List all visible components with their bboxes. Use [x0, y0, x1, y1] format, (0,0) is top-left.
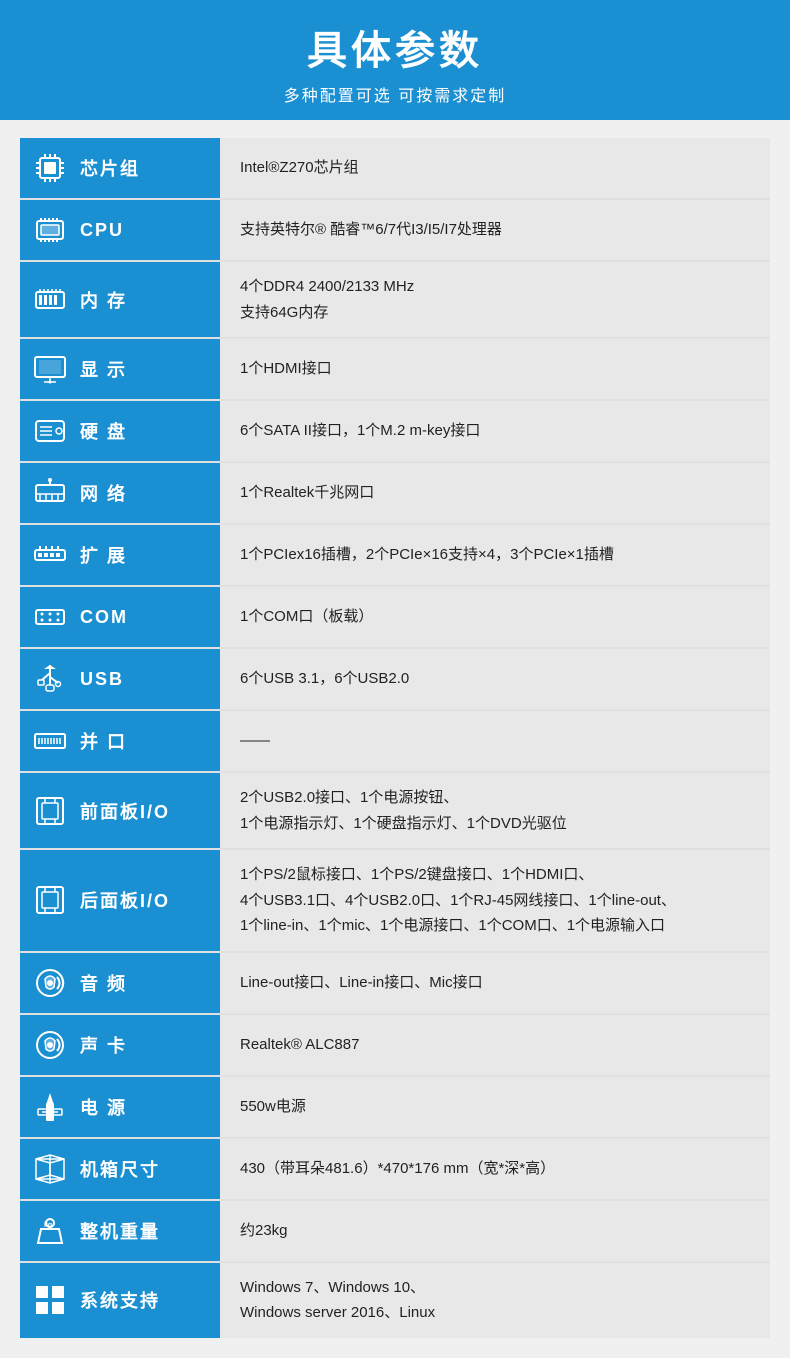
label-text-soundcard: 声 卡 [80, 1032, 127, 1058]
label-cell-front-io: 前面板I/O [20, 772, 220, 849]
label-cell-os: 系统支持 [20, 1262, 220, 1338]
audio-icon [30, 963, 70, 1003]
value-cell-power: 550w电源 [220, 1076, 770, 1138]
value-cell-harddisk: 6个SATA II接口，1个M.2 m-key接口 [220, 400, 770, 462]
display-icon [30, 349, 70, 389]
value-cell-audio: Line-out接口、Line-in接口、Mic接口 [220, 952, 770, 1014]
expansion-icon [30, 535, 70, 575]
label-cell-soundcard: 声 卡 [20, 1014, 220, 1076]
weight-icon: kg [30, 1211, 70, 1251]
label-cell-parallel: 并 口 [20, 710, 220, 772]
network-icon [30, 473, 70, 513]
label-cell-total-weight: kg 整机重量 [20, 1200, 220, 1262]
label-text-total-weight: 整机重量 [80, 1218, 160, 1244]
label-cell-com: COM [20, 586, 220, 648]
memory-icon [30, 280, 70, 320]
value-cell-total-weight: 约23kg [220, 1200, 770, 1262]
label-cell-expansion: 扩 展 [20, 524, 220, 586]
row-soundcard: 声 卡 Realtek® ALC887 [20, 1014, 770, 1076]
chipset-icon [30, 148, 70, 188]
label-cell-network: 网 络 [20, 462, 220, 524]
label-cell-display: 显 示 [20, 338, 220, 400]
label-text-os: 系统支持 [80, 1287, 160, 1313]
row-network: 网 络 1个Realtek千兆网口 [20, 462, 770, 524]
chassis-icon [30, 1149, 70, 1189]
value-cell-rear-io: 1个PS/2鼠标接口、1个PS/2键盘接口、1个HDMI口、4个USB3.1口、… [220, 849, 770, 952]
row-com: COM 1个COM口（板载） [20, 586, 770, 648]
usb-icon [30, 659, 70, 699]
label-cell-power: 电 源 [20, 1076, 220, 1138]
label-cell-chipset: 芯片组 [20, 138, 220, 199]
label-text-cpu: CPU [80, 220, 124, 241]
table-container: 芯片组 Intel®Z270芯片组 CPU 支持英特尔® 酷睿™6/7代I3/I5/… [0, 120, 790, 1358]
row-display: 显 示 1个HDMI接口 [20, 338, 770, 400]
value-cell-front-io: 2个USB2.0接口、1个电源按钮、1个电源指示灯、1个硬盘指示灯、1个DVD光… [220, 772, 770, 849]
row-chipset: 芯片组 Intel®Z270芯片组 [20, 138, 770, 199]
label-cell-cpu: CPU [20, 199, 220, 261]
value-cell-parallel: —— [220, 710, 770, 772]
svg-text:kg: kg [44, 1222, 52, 1229]
label-text-power: 电 源 [80, 1094, 127, 1120]
value-cell-chassis-size: 430（带耳朵481.6）*470*176 mm（宽*深*高） [220, 1138, 770, 1200]
label-text-memory: 内 存 [80, 287, 127, 313]
row-expansion: 扩 展 1个PCIex16插槽，2个PCIe×16支持×4，3个PCIe×1插槽 [20, 524, 770, 586]
row-rear-io: 后面板I/O 1个PS/2鼠标接口、1个PS/2键盘接口、1个HDMI口、4个US… [20, 849, 770, 952]
label-cell-memory: 内 存 [20, 261, 220, 338]
row-cpu: CPU 支持英特尔® 酷睿™6/7代I3/I5/I7处理器 [20, 199, 770, 261]
harddisk-icon [30, 411, 70, 451]
label-text-chipset: 芯片组 [80, 155, 140, 181]
value-cell-expansion: 1个PCIex16插槽，2个PCIe×16支持×4，3个PCIe×1插槽 [220, 524, 770, 586]
label-text-com: COM [80, 607, 128, 628]
row-parallel: 并 口 —— [20, 710, 770, 772]
page-title: 具体参数 [0, 18, 790, 76]
parallel-icon [30, 721, 70, 761]
row-memory: 内 存 4个DDR4 2400/2133 MHz支持64G内存 [20, 261, 770, 338]
row-front-io: 前面板I/O 2个USB2.0接口、1个电源按钮、1个电源指示灯、1个硬盘指示灯、… [20, 772, 770, 849]
value-cell-com: 1个COM口（板载） [220, 586, 770, 648]
header: 具体参数 多种配置可选 可按需求定制 [0, 0, 790, 120]
label-text-display: 显 示 [80, 356, 127, 382]
label-text-harddisk: 硬 盘 [80, 418, 127, 444]
row-usb: USB 6个USB 3.1，6个USB2.0 [20, 648, 770, 710]
label-cell-harddisk: 硬 盘 [20, 400, 220, 462]
label-cell-chassis-size: 机箱尺寸 [20, 1138, 220, 1200]
label-text-audio: 音 频 [80, 970, 127, 996]
value-cell-cpu: 支持英特尔® 酷睿™6/7代I3/I5/I7处理器 [220, 199, 770, 261]
cpu-icon [30, 210, 70, 250]
com-icon [30, 597, 70, 637]
label-text-network: 网 络 [80, 480, 127, 506]
power-icon [30, 1087, 70, 1127]
specs-table: 芯片组 Intel®Z270芯片组 CPU 支持英特尔® 酷睿™6/7代I3/I5/… [20, 138, 770, 1338]
row-chassis-size: 机箱尺寸 430（带耳朵481.6）*470*176 mm（宽*深*高） [20, 1138, 770, 1200]
label-text-chassis-size: 机箱尺寸 [80, 1156, 160, 1182]
value-cell-os: Windows 7、Windows 10、Windows server 2016… [220, 1262, 770, 1338]
label-cell-usb: USB [20, 648, 220, 710]
value-cell-chipset: Intel®Z270芯片组 [220, 138, 770, 199]
label-text-expansion: 扩 展 [80, 542, 127, 568]
label-text-front-io: 前面板I/O [80, 798, 170, 824]
value-cell-memory: 4个DDR4 2400/2133 MHz支持64G内存 [220, 261, 770, 338]
row-audio: 音 频 Line-out接口、Line-in接口、Mic接口 [20, 952, 770, 1014]
os-icon [30, 1280, 70, 1320]
value-cell-usb: 6个USB 3.1，6个USB2.0 [220, 648, 770, 710]
label-text-usb: USB [80, 669, 124, 690]
soundcard-icon [30, 1025, 70, 1065]
row-os: 系统支持 Windows 7、Windows 10、Windows server … [20, 1262, 770, 1338]
page-subtitle: 多种配置可选 可按需求定制 [0, 82, 790, 106]
front-io-icon [30, 791, 70, 831]
page-wrapper: 具体参数 多种配置可选 可按需求定制 芯片组 Intel®Z270芯片组 CPU 支… [0, 0, 790, 1358]
value-cell-network: 1个Realtek千兆网口 [220, 462, 770, 524]
rear-io-icon [30, 880, 70, 920]
value-cell-display: 1个HDMI接口 [220, 338, 770, 400]
label-cell-rear-io: 后面板I/O [20, 849, 220, 952]
label-cell-audio: 音 频 [20, 952, 220, 1014]
row-power: 电 源 550w电源 [20, 1076, 770, 1138]
row-harddisk: 硬 盘 6个SATA II接口，1个M.2 m-key接口 [20, 400, 770, 462]
row-total-weight: kg 整机重量约23kg [20, 1200, 770, 1262]
label-text-rear-io: 后面板I/O [80, 887, 170, 913]
label-text-parallel: 并 口 [80, 728, 127, 754]
value-cell-soundcard: Realtek® ALC887 [220, 1014, 770, 1076]
